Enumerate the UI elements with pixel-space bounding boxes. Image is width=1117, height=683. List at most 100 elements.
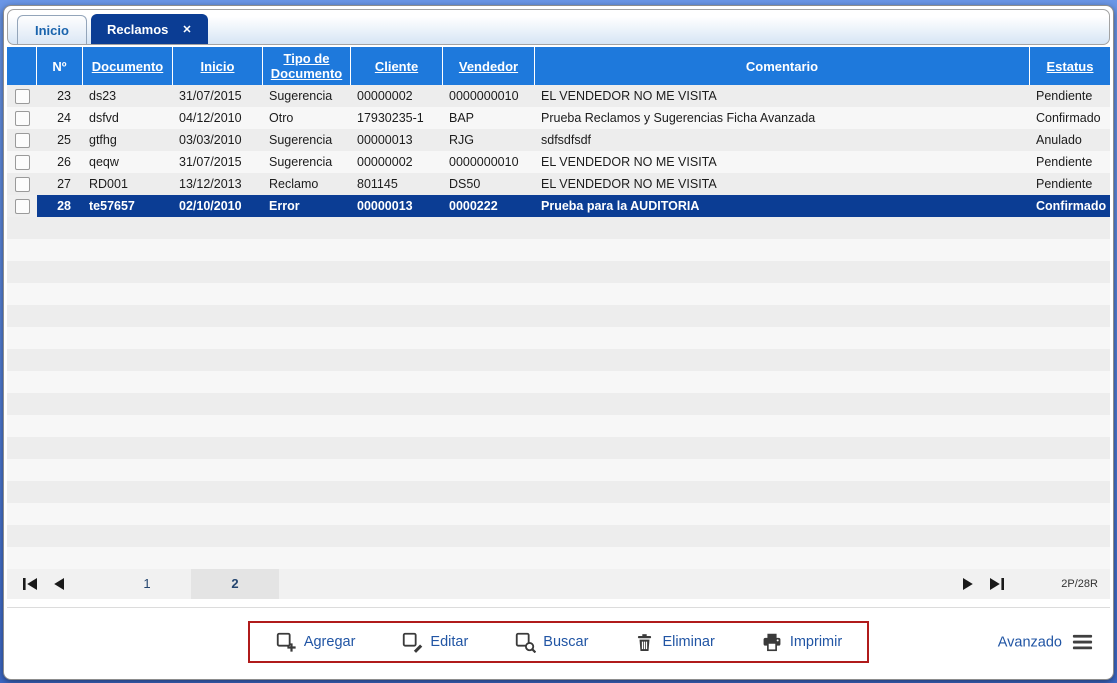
column-header-inicio[interactable]: Inicio — [173, 47, 263, 85]
close-tab-icon[interactable]: ✕ — [182, 23, 191, 36]
cell-inicio: 31/07/2015 — [173, 85, 263, 107]
cell-numero: 26 — [37, 151, 83, 173]
first-page-icon — [21, 575, 39, 593]
cell-tipo-documento: Sugerencia — [263, 85, 351, 107]
cell-documento: ds23 — [83, 85, 173, 107]
empty-row — [7, 437, 1110, 459]
row-checkbox[interactable] — [15, 89, 30, 104]
cell-estatus: Confirmado — [1030, 107, 1110, 129]
advanced-button[interactable]: Avanzado — [998, 631, 1094, 654]
column-header-vendedor[interactable]: Vendedor — [443, 47, 535, 85]
printer-icon — [761, 631, 783, 653]
table-row[interactable]: 28te5765702/10/2010Error000000130000222P… — [7, 195, 1110, 217]
column-header-checkbox — [7, 47, 37, 85]
delete-button-label: Eliminar — [662, 634, 714, 650]
column-header-documento[interactable]: Documento — [83, 47, 173, 85]
cell-documento: dsfvd — [83, 107, 173, 129]
tab-reclamos[interactable]: Reclamos ✕ — [91, 14, 208, 44]
next-page-button[interactable] — [957, 573, 979, 595]
cell-tipo-documento: Error — [263, 195, 351, 217]
app-window: Inicio Reclamos ✕ Nº Documento Inicio Ti… — [3, 5, 1114, 680]
cell-tipo-documento: Sugerencia — [263, 151, 351, 173]
empty-row — [7, 547, 1110, 569]
tab-bar: Inicio Reclamos ✕ — [7, 9, 1110, 45]
cell-comentario: Prueba Reclamos y Sugerencias Ficha Avan… — [535, 107, 1030, 129]
cell-documento: te57657 — [83, 195, 173, 217]
row-checkbox-cell — [7, 85, 37, 107]
row-checkbox-cell — [7, 173, 37, 195]
prev-page-button[interactable] — [48, 573, 70, 595]
page-2-button[interactable]: 2 — [191, 569, 279, 599]
table-row[interactable]: 25gtfhg03/03/2010Sugerencia00000013RJGsd… — [7, 129, 1110, 151]
empty-row — [7, 525, 1110, 547]
last-page-button[interactable] — [986, 573, 1008, 595]
page-1-button[interactable]: 1 — [103, 569, 191, 599]
table-row[interactable]: 27RD00113/12/2013Reclamo801145DS50EL VEN… — [7, 173, 1110, 195]
empty-row — [7, 217, 1110, 239]
cell-numero: 25 — [37, 129, 83, 151]
cell-inicio: 04/12/2010 — [173, 107, 263, 129]
first-page-button[interactable] — [19, 573, 41, 595]
table-header: Nº Documento Inicio Tipo de Documento Cl… — [7, 47, 1110, 85]
column-header-numero: Nº — [37, 47, 83, 85]
cell-vendedor: 0000000010 — [443, 85, 535, 107]
action-button-group: Agregar Editar Buscar — [248, 621, 869, 663]
row-checkbox[interactable] — [15, 133, 30, 148]
cell-numero: 28 — [37, 195, 83, 217]
cell-tipo-documento: Sugerencia — [263, 129, 351, 151]
delete-button[interactable]: Eliminar — [634, 632, 714, 653]
empty-row — [7, 261, 1110, 283]
add-button[interactable]: Agregar — [275, 631, 356, 653]
tab-inicio[interactable]: Inicio — [17, 15, 87, 44]
cell-cliente: 00000002 — [351, 151, 443, 173]
row-checkbox-cell — [7, 195, 37, 217]
page-list: 1 2 — [103, 569, 279, 599]
edit-button-label: Editar — [430, 634, 468, 650]
row-checkbox[interactable] — [15, 111, 30, 126]
cell-numero: 27 — [37, 173, 83, 195]
edit-button[interactable]: Editar — [401, 631, 468, 653]
row-checkbox-cell — [7, 107, 37, 129]
cell-cliente: 00000013 — [351, 195, 443, 217]
cell-vendedor: DS50 — [443, 173, 535, 195]
record-counter: 2P/28R — [1061, 578, 1098, 590]
empty-row — [7, 503, 1110, 525]
row-checkbox[interactable] — [15, 177, 30, 192]
cell-tipo-documento: Reclamo — [263, 173, 351, 195]
hamburger-icon — [1071, 631, 1094, 654]
cell-documento: gtfhg — [83, 129, 173, 151]
empty-row — [7, 305, 1110, 327]
column-header-tipo-documento[interactable]: Tipo de Documento — [263, 47, 351, 85]
empty-row — [7, 283, 1110, 305]
empty-row — [7, 481, 1110, 503]
table-row[interactable]: 26qeqw31/07/2015Sugerencia00000002000000… — [7, 151, 1110, 173]
row-checkbox[interactable] — [15, 155, 30, 170]
cell-documento: qeqw — [83, 151, 173, 173]
column-header-cliente[interactable]: Cliente — [351, 47, 443, 85]
empty-row — [7, 415, 1110, 437]
cell-inicio: 31/07/2015 — [173, 151, 263, 173]
print-button[interactable]: Imprimir — [761, 631, 842, 653]
prev-page-icon — [50, 575, 68, 593]
cell-documento: RD001 — [83, 173, 173, 195]
edit-icon — [401, 631, 423, 653]
table-row[interactable]: 23ds2331/07/2015Sugerencia00000002000000… — [7, 85, 1110, 107]
cell-estatus: Pendiente — [1030, 85, 1110, 107]
tab-reclamos-label: Reclamos — [107, 22, 168, 37]
cell-comentario: EL VENDEDOR NO ME VISITA — [535, 173, 1030, 195]
row-checkbox[interactable] — [15, 199, 30, 214]
cell-inicio: 13/12/2013 — [173, 173, 263, 195]
cell-inicio: 02/10/2010 — [173, 195, 263, 217]
row-checkbox-cell — [7, 129, 37, 151]
table-row[interactable]: 24dsfvd04/12/2010Otro17930235-1BAPPrueba… — [7, 107, 1110, 129]
cell-tipo-documento: Otro — [263, 107, 351, 129]
cell-cliente: 801145 — [351, 173, 443, 195]
cell-inicio: 03/03/2010 — [173, 129, 263, 151]
cell-cliente: 17930235-1 — [351, 107, 443, 129]
search-button[interactable]: Buscar — [514, 631, 588, 653]
cell-cliente: 00000002 — [351, 85, 443, 107]
print-button-label: Imprimir — [790, 634, 842, 650]
column-header-estatus[interactable]: Estatus — [1030, 47, 1110, 85]
table-body: 23ds2331/07/2015Sugerencia00000002000000… — [7, 85, 1110, 569]
search-icon — [514, 631, 536, 653]
